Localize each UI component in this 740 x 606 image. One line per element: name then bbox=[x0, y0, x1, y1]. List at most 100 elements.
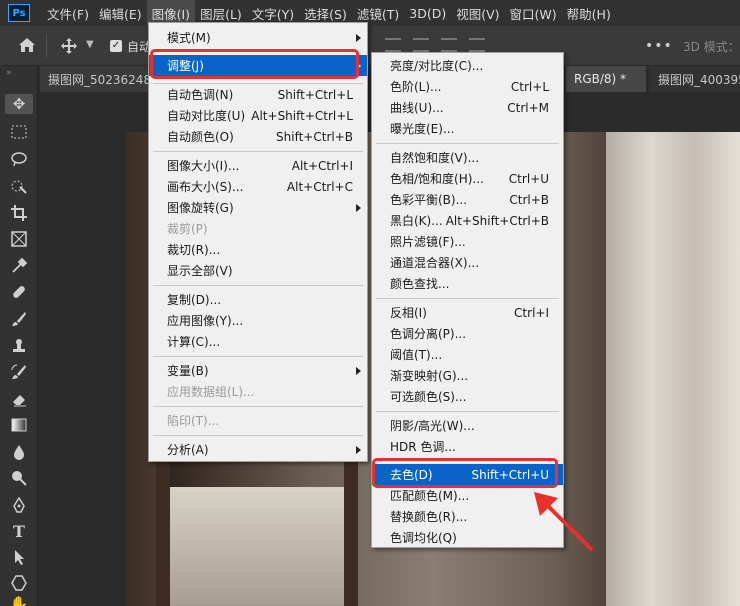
menu-item-vibrance[interactable]: 自然饱和度(V)... bbox=[372, 147, 563, 168]
menu-item-auto-color[interactable]: 自动颜色(O) Shift+Ctrl+B bbox=[149, 126, 367, 147]
menu-item-label: 应用数据组(L)... bbox=[167, 385, 255, 399]
clone-stamp-icon[interactable] bbox=[9, 336, 29, 356]
menu-item-brightness-contrast[interactable]: 亮度/对比度(C)... bbox=[372, 55, 563, 76]
menu-item-label: 复制(D)... bbox=[167, 293, 222, 307]
menu-item-reveal-all[interactable]: 显示全部(V) bbox=[149, 260, 367, 281]
healing-brush-icon[interactable] bbox=[9, 282, 29, 302]
menu-item-image-size[interactable]: 图像大小(I)... Alt+Ctrl+I bbox=[149, 155, 367, 176]
menu-item-auto-tone[interactable]: 自动色调(N) Shift+Ctrl+L bbox=[149, 84, 367, 105]
submenu-arrow-icon bbox=[356, 203, 361, 212]
pen-tool-icon[interactable] bbox=[9, 495, 29, 515]
options-bar: ▼ ✓ 自动 ••• 3D 模式： bbox=[0, 26, 740, 66]
crop-tool-icon[interactable] bbox=[9, 203, 29, 223]
align-icon[interactable] bbox=[469, 38, 485, 52]
menu-item-channel-mixer[interactable]: 通道混合器(X)... bbox=[372, 252, 563, 273]
menu-item-label: 阴影/高光(W)... bbox=[390, 419, 475, 433]
menu-item-apply-image[interactable]: 应用图像(Y)... bbox=[149, 310, 367, 331]
menu-divider bbox=[376, 411, 559, 412]
menu-item-hdr-toning[interactable]: HDR 色调... bbox=[372, 436, 563, 457]
lasso-tool-icon[interactable] bbox=[9, 149, 29, 169]
menu-edit[interactable]: 编辑(E) bbox=[94, 0, 147, 26]
brush-tool-icon[interactable] bbox=[9, 309, 29, 329]
menu-view[interactable]: 视图(V) bbox=[451, 0, 504, 26]
menu-item-photo-filter[interactable]: 照片滤镜(F)... bbox=[372, 231, 563, 252]
menu-item-analysis[interactable]: 分析(A) bbox=[149, 439, 367, 460]
menu-item-label: 渐变映射(G)... bbox=[390, 369, 469, 383]
gradient-tool-icon[interactable] bbox=[9, 415, 29, 435]
menu-item-curves[interactable]: 曲线(U)... Ctrl+M bbox=[372, 97, 563, 118]
menu-item-hue-saturation[interactable]: 色相/饱和度(H)... Ctrl+U bbox=[372, 168, 563, 189]
auto-select-checkbox[interactable]: ✓ bbox=[110, 40, 122, 52]
menu-bar: Ps 文件(F) 编辑(E) 图像(I) 图层(L) 文字(Y) 选择(S) 滤… bbox=[0, 0, 740, 26]
menu-item-label: 色调分离(P)... bbox=[390, 327, 467, 341]
tools-panel: » ✥ T ✋ bbox=[0, 66, 38, 606]
menu-item-shadows-highlights[interactable]: 阴影/高光(W)... bbox=[372, 415, 563, 436]
path-select-icon[interactable] bbox=[9, 547, 29, 567]
tab-document-1[interactable]: 摄图网_50236248 bbox=[40, 66, 150, 92]
align-icon[interactable] bbox=[441, 38, 457, 52]
menu-file[interactable]: 文件(F) bbox=[42, 0, 94, 26]
menu-item-label: 照片滤镜(F)... bbox=[390, 235, 466, 249]
blur-tool-icon[interactable] bbox=[9, 442, 29, 462]
menu-item-calculations[interactable]: 计算(C)... bbox=[149, 331, 367, 352]
menu-divider bbox=[376, 143, 559, 144]
panel-grip-icon[interactable]: » bbox=[6, 68, 12, 78]
highlight-box-desaturate bbox=[372, 458, 558, 488]
type-tool-icon[interactable]: T bbox=[9, 521, 29, 541]
menu-item-label: 变量(B) bbox=[167, 364, 209, 378]
menu-item-color-lookup[interactable]: 颜色查找... bbox=[372, 273, 563, 294]
move-tool-icon[interactable] bbox=[60, 37, 78, 55]
menu-item-image-rotation[interactable]: 图像旋转(G) bbox=[149, 197, 367, 218]
menu-item-label: 匹配颜色(M)... bbox=[390, 489, 470, 503]
menu-item-label: 色调均化(Q) bbox=[390, 531, 457, 545]
menu-3d[interactable]: 3D(D) bbox=[404, 0, 451, 26]
menu-item-variables[interactable]: 变量(B) bbox=[149, 360, 367, 381]
menu-item-gradient-map[interactable]: 渐变映射(G)... bbox=[372, 365, 563, 386]
tab-document-3[interactable]: 摄图网_400395 bbox=[650, 66, 740, 92]
eyedropper-tool-icon[interactable] bbox=[9, 256, 29, 276]
menu-item-label: 曝光度(E)... bbox=[390, 122, 455, 136]
menu-window[interactable]: 窗口(W) bbox=[505, 0, 562, 26]
menu-item-selective-color[interactable]: 可选颜色(S)... bbox=[372, 386, 563, 407]
menu-item-invert[interactable]: 反相(I) Ctrl+I bbox=[372, 302, 563, 323]
menu-divider bbox=[153, 356, 363, 357]
shape-tool-icon[interactable] bbox=[9, 573, 29, 593]
hand-tool-icon[interactable]: ✋ bbox=[9, 594, 29, 606]
move-tool-icon[interactable]: ✥ bbox=[5, 94, 33, 114]
dodge-tool-icon[interactable] bbox=[9, 468, 29, 488]
menu-item-canvas-size[interactable]: 画布大小(S)... Alt+Ctrl+C bbox=[149, 176, 367, 197]
menu-item-mode[interactable]: 模式(M) bbox=[149, 27, 367, 48]
menu-item-label: 阈值(T)... bbox=[390, 348, 443, 362]
menu-item-label: 图像大小(I)... bbox=[167, 159, 240, 173]
tab-document-active[interactable]: RGB/8) * bbox=[566, 66, 646, 92]
menu-item-exposure[interactable]: 曝光度(E)... bbox=[372, 118, 563, 139]
menu-item-trim[interactable]: 裁切(R)... bbox=[149, 239, 367, 260]
menu-item-label: 替换颜色(R)... bbox=[390, 510, 468, 524]
menu-item-shortcut: Shift+Ctrl+B bbox=[276, 129, 353, 144]
menu-item-duplicate[interactable]: 复制(D)... bbox=[149, 289, 367, 310]
menu-item-posterize[interactable]: 色调分离(P)... bbox=[372, 323, 563, 344]
menu-item-levels[interactable]: 色阶(L)... Ctrl+L bbox=[372, 76, 563, 97]
menu-help[interactable]: 帮助(H) bbox=[562, 0, 616, 26]
marquee-tool-icon[interactable] bbox=[9, 122, 29, 142]
quick-select-tool-icon[interactable] bbox=[9, 176, 29, 196]
history-brush-icon[interactable] bbox=[9, 362, 29, 382]
align-icon[interactable] bbox=[385, 38, 401, 52]
align-icons[interactable] bbox=[385, 38, 485, 52]
align-icon[interactable] bbox=[413, 38, 429, 52]
chevron-down-icon[interactable]: ▼ bbox=[86, 39, 94, 50]
eraser-tool-icon[interactable] bbox=[9, 389, 29, 409]
frame-tool-icon[interactable] bbox=[9, 229, 29, 249]
submenu-arrow-icon bbox=[356, 33, 361, 42]
curtain bbox=[606, 132, 740, 606]
menu-item-threshold[interactable]: 阈值(T)... bbox=[372, 344, 563, 365]
menu-item-shortcut: Alt+Ctrl+C bbox=[286, 179, 353, 194]
menu-item-color-balance[interactable]: 色彩平衡(B)... Ctrl+B bbox=[372, 189, 563, 210]
more-options-icon[interactable]: ••• bbox=[645, 38, 673, 54]
menu-item-black-white[interactable]: 黑白(K)... Alt+Shift+Ctrl+B bbox=[372, 210, 563, 231]
menu-item-label: 可选颜色(S)... bbox=[390, 390, 467, 404]
menu-item-crop: 裁剪(P) bbox=[149, 218, 367, 239]
home-icon[interactable] bbox=[18, 37, 36, 53]
menu-item-auto-contrast[interactable]: 自动对比度(U) Alt+Shift+Ctrl+L bbox=[149, 105, 367, 126]
image-menu-dropdown: 模式(M) 调整(J) 自动色调(N) Shift+Ctrl+L 自动对比度(U)… bbox=[148, 22, 368, 462]
